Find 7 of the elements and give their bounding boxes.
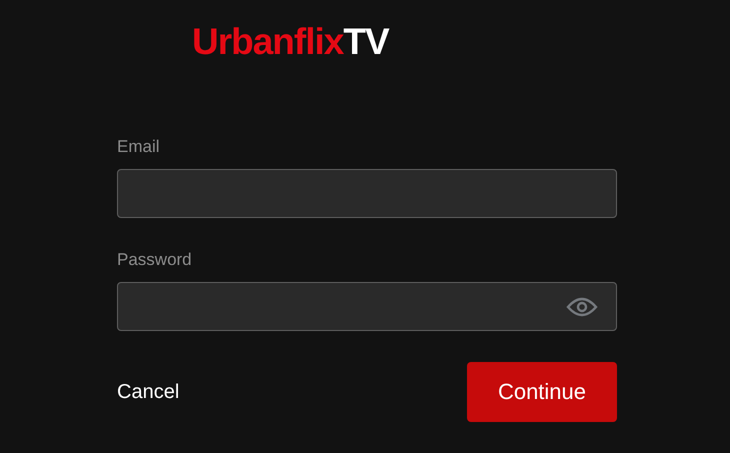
email-field[interactable] [117,169,617,218]
continue-button[interactable]: Continue [467,362,617,422]
password-field[interactable] [117,282,617,331]
field-label: Password [117,250,192,270]
field-label: Email [117,137,160,157]
logo: UrbanflixTV [192,22,389,62]
cancel-link[interactable]: Cancel [117,380,180,404]
